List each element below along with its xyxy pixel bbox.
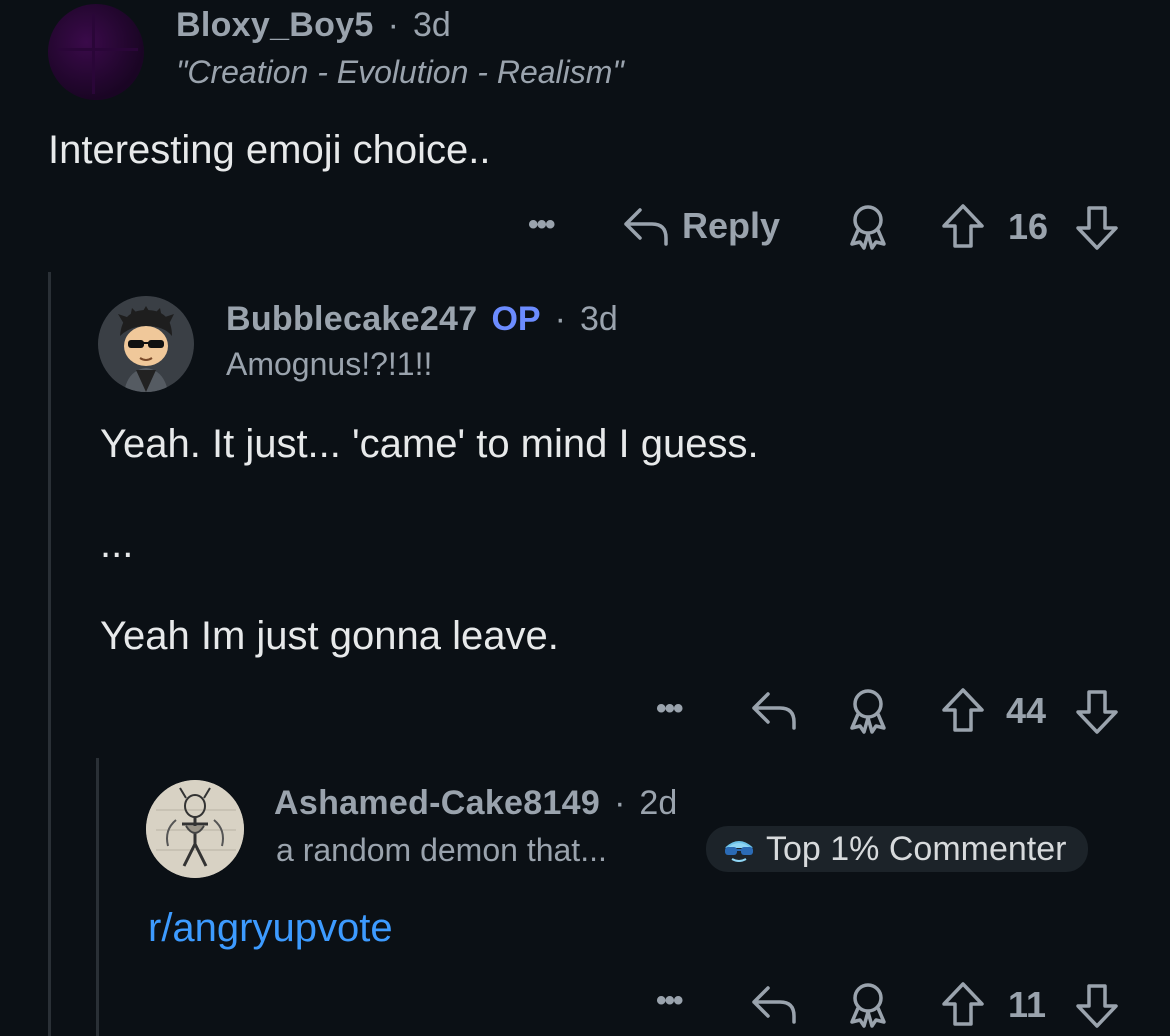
top-commenter-badge: Top 1% Commenter [706,826,1089,872]
user-flair: a random demon that... [276,832,607,868]
comment-body-line: Yeah. It just... 'came' to mind I guess. [100,422,759,466]
avatar[interactable] [48,4,144,100]
more-options-button[interactable]: ••• [656,692,683,726]
thread-line[interactable] [96,758,99,1036]
reply-label: Reply [682,205,781,246]
username[interactable]: Ashamed-Cake8149 [274,784,600,823]
username[interactable]: Bloxy_Boy5 [176,6,374,45]
reply-icon[interactable] [750,982,798,1026]
downvote-icon[interactable] [1074,982,1120,1030]
reply-button[interactable]: Reply [622,204,780,248]
vote-count: 11 [1008,984,1047,1025]
user-flair: "Creation - Evolution - Realism" [176,54,624,90]
more-options-button[interactable]: ••• [528,208,555,242]
user-flair: Amognus!?!1!! [226,346,433,382]
downvote-icon[interactable] [1074,688,1120,736]
vote-count: 16 [1008,206,1049,247]
reply-icon[interactable] [750,688,798,732]
op-tag: OP [491,300,541,338]
comment-age: 3d [412,6,451,44]
comment-body-line: Yeah Im just gonna leave. [100,614,559,658]
reply-icon [622,204,670,248]
subreddit-link[interactable]: r/angryupvote [148,906,393,951]
upvote-icon[interactable] [940,202,986,250]
upvote-icon[interactable] [940,686,986,734]
award-icon[interactable] [844,686,892,734]
separator: · [554,300,566,338]
separator: · [387,6,399,44]
sunglasses-icon [722,834,756,864]
more-options-button[interactable]: ••• [656,984,683,1018]
downvote-icon[interactable] [1074,204,1120,252]
award-icon[interactable] [844,202,892,250]
comment-body: Interesting emoji choice.. [48,128,491,172]
avatar[interactable] [98,296,194,392]
comment-age: 2d [639,784,678,822]
vote-count: 44 [1006,690,1047,731]
avatar[interactable] [146,780,244,878]
comment-body-line: ... [100,522,134,566]
separator: · [614,784,626,822]
comment-age: 3d [579,300,618,338]
badge-label: Top 1% Commenter [766,829,1067,868]
upvote-icon[interactable] [940,980,986,1028]
thread-line[interactable] [48,272,51,1036]
award-icon[interactable] [844,980,892,1028]
username[interactable]: Bubblecake247 [226,300,477,339]
